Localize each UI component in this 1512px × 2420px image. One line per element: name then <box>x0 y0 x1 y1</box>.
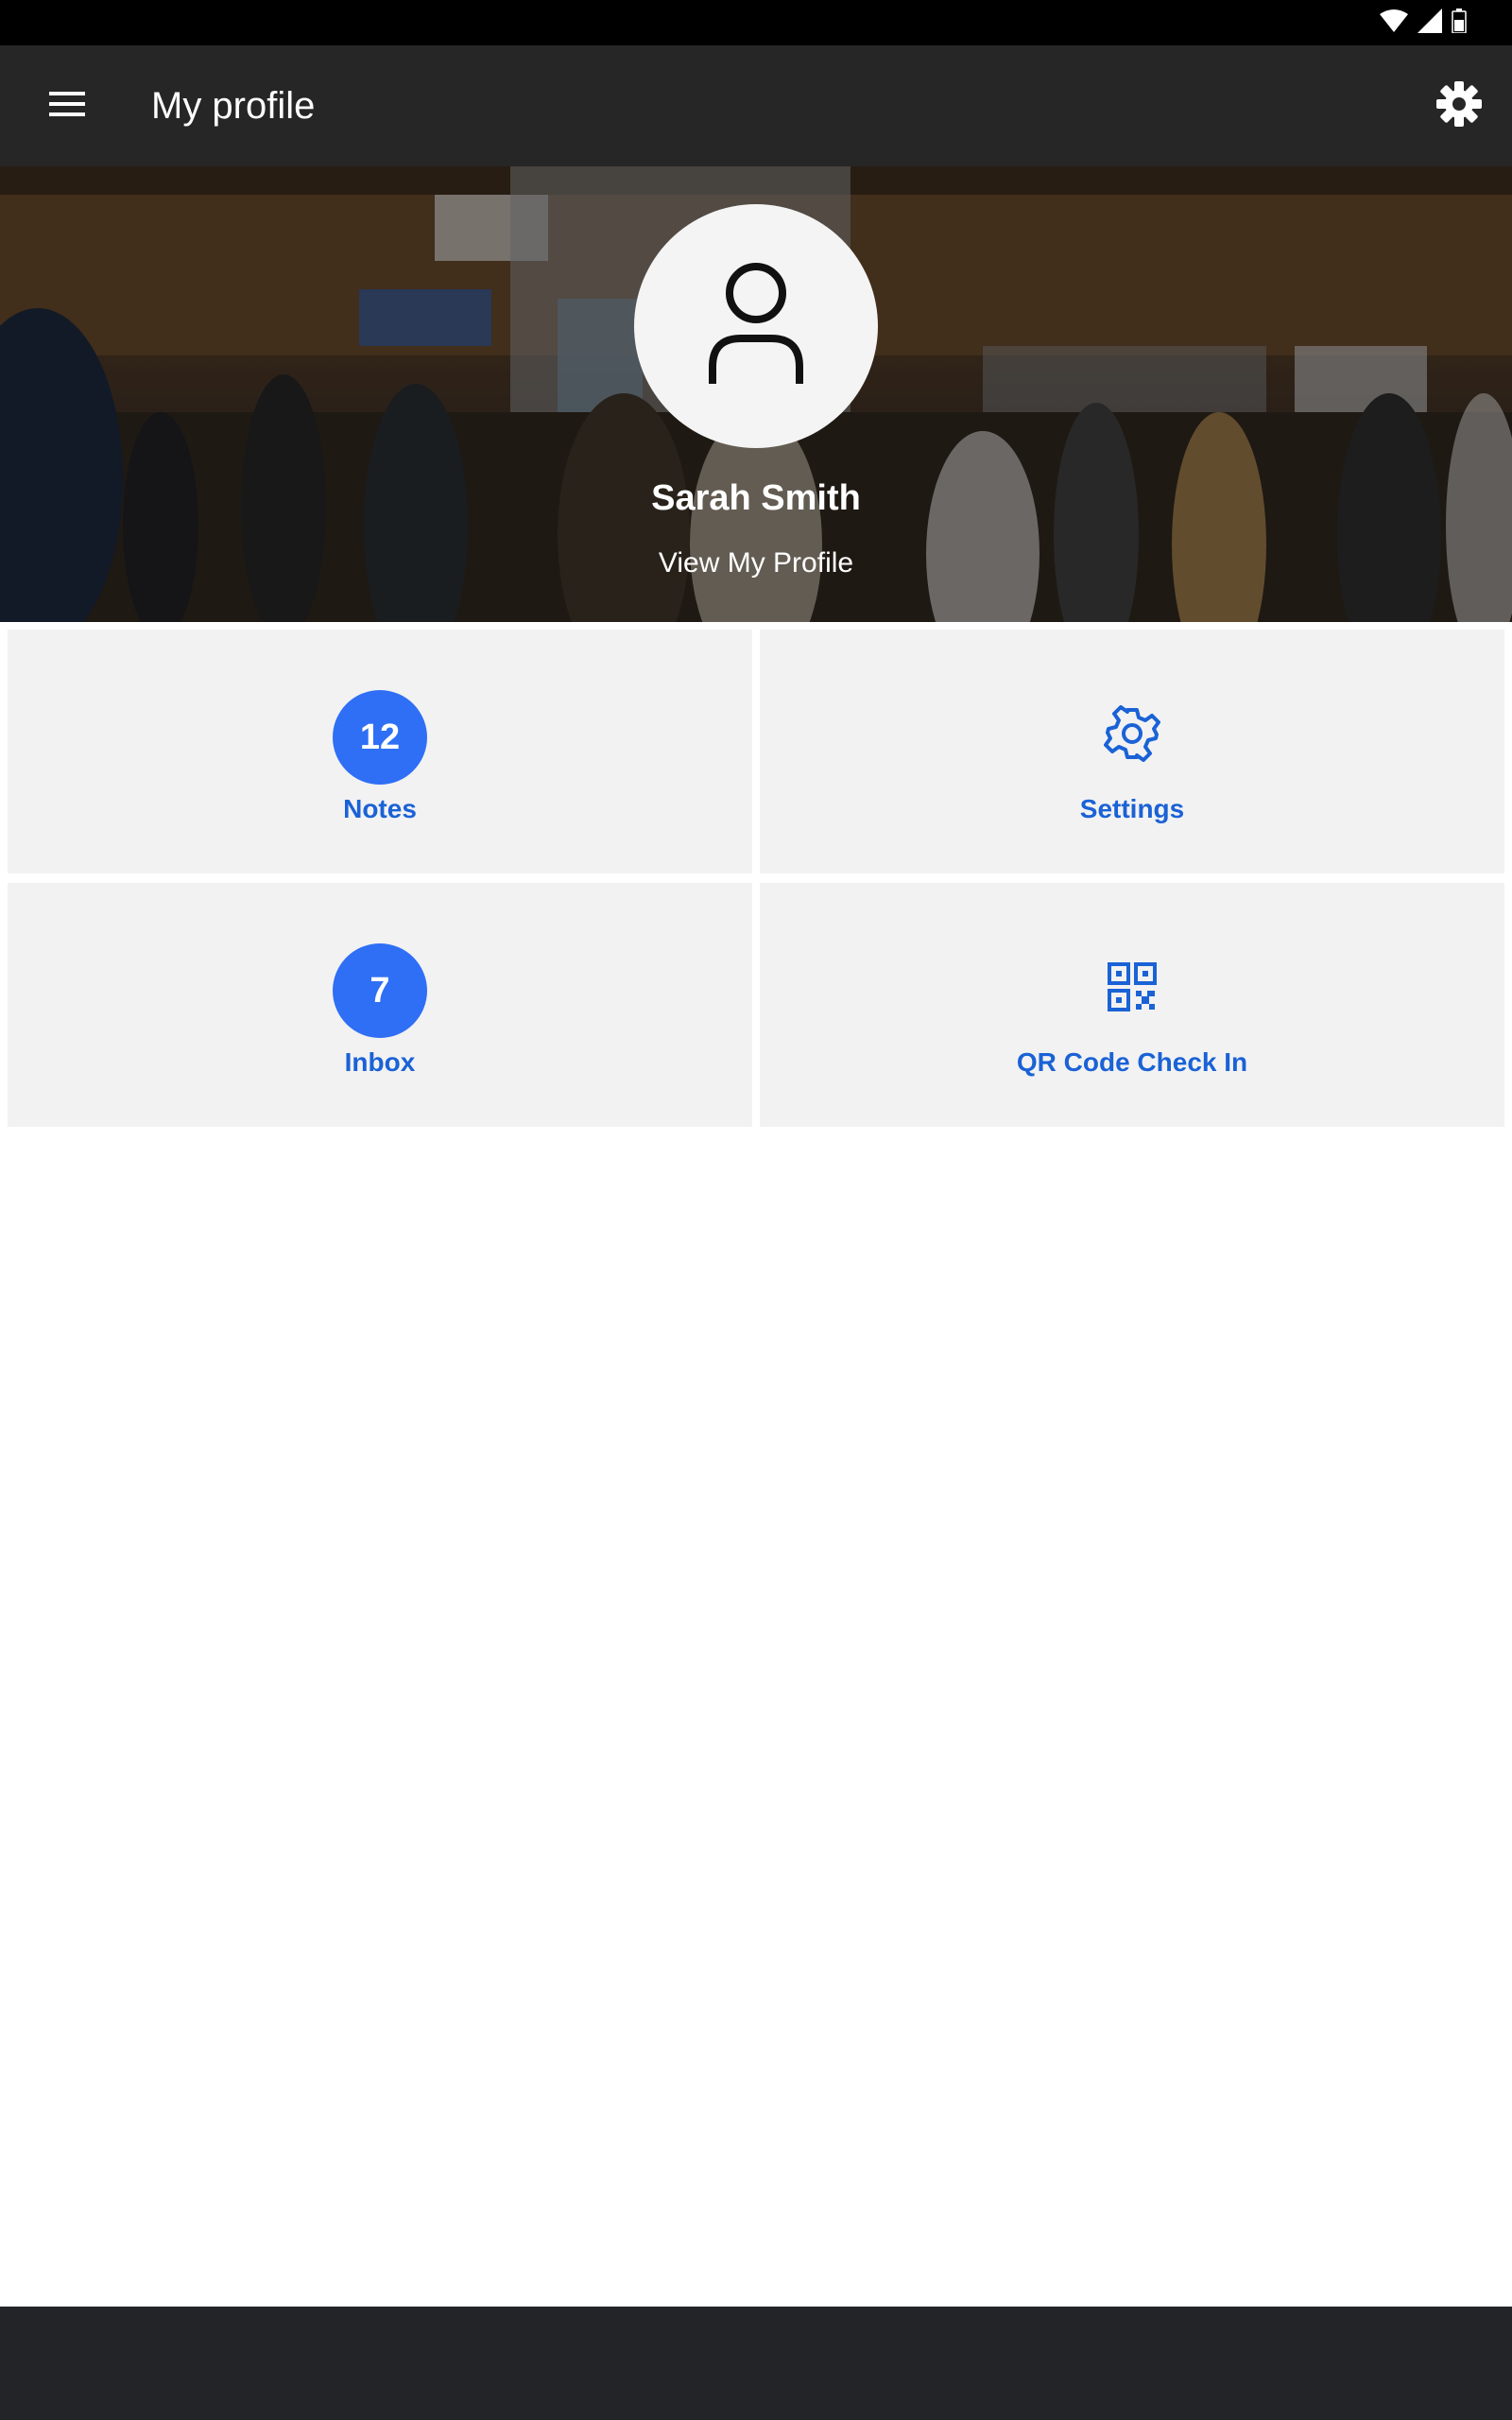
hamburger-menu-icon <box>49 90 87 123</box>
page-title: My profile <box>151 85 316 127</box>
wifi-icon <box>1380 9 1408 38</box>
settings-label: Settings <box>1079 794 1185 823</box>
notes-count-badge: 12 <box>333 690 427 785</box>
cellular-signal-icon <box>1418 8 1442 38</box>
qr-code-check-in-tile[interactable]: QR Code Check In <box>760 883 1504 1127</box>
qr-code-check-in-label: QR Code Check In <box>1016 1047 1248 1077</box>
qr-code-icon <box>1104 959 1160 1015</box>
menu-button[interactable] <box>34 72 102 140</box>
status-icons <box>1380 8 1467 38</box>
settings-tile[interactable]: Settings <box>760 630 1504 873</box>
view-my-profile-link[interactable]: View My Profile <box>567 543 945 584</box>
user-name: Sarah Smith <box>651 478 861 518</box>
inbox-tile[interactable]: 7 Inbox <box>8 883 752 1127</box>
settings-button[interactable] <box>1425 72 1493 140</box>
battery-icon <box>1452 8 1467 38</box>
notes-tile[interactable]: 12 Notes <box>8 630 752 873</box>
app-bar: My profile <box>0 45 1512 166</box>
inbox-label: Inbox <box>344 1047 416 1077</box>
profile-header: Sarah Smith View My Profile <box>0 166 1512 622</box>
gear-outline-icon <box>1104 705 1160 762</box>
user-icon <box>709 262 803 390</box>
gear-icon <box>1435 80 1483 132</box>
status-bar <box>0 0 1512 45</box>
bottom-navigation-bar <box>0 2307 1512 2420</box>
avatar[interactable] <box>634 204 878 448</box>
notes-label: Notes <box>343 794 417 823</box>
inbox-count-badge: 7 <box>333 943 427 1038</box>
